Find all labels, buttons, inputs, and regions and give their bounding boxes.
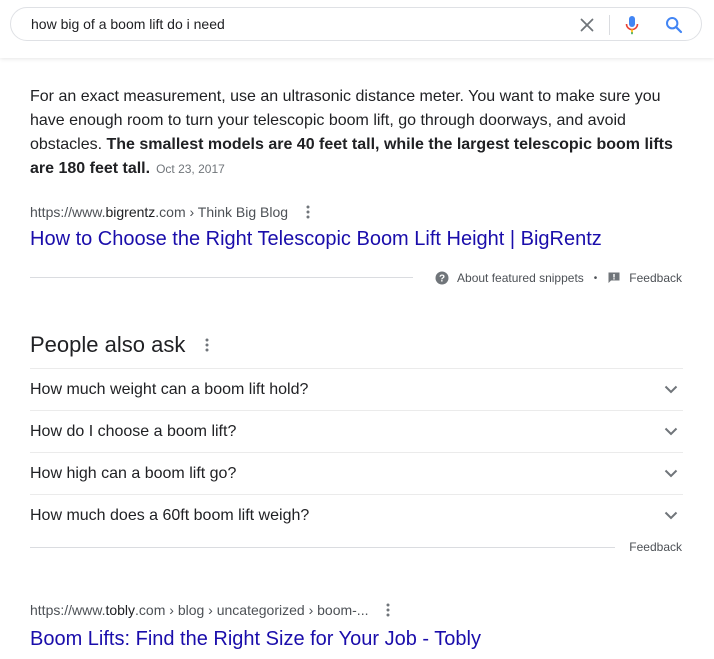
snippet-more-button[interactable] (300, 202, 316, 222)
paa-feedback-link[interactable]: Feedback (629, 540, 682, 554)
paa-question[interactable]: How much weight can a boom lift hold? (30, 368, 683, 410)
cite-suffix: .com › Think Big Blog (155, 204, 289, 220)
more-vert-icon (205, 338, 209, 352)
chevron-down-icon (664, 427, 678, 436)
snippet-result-link[interactable]: How to Choose the Right Telescopic Boom … (30, 226, 602, 252)
result-link[interactable]: Boom Lifts: Find the Right Size for Your… (30, 626, 481, 652)
chevron-down-icon (664, 511, 678, 520)
footer-separator: • (593, 272, 598, 284)
snippet-feedback-link[interactable]: Feedback (607, 271, 682, 285)
clear-search-button[interactable] (576, 14, 598, 36)
paa-question-text: How much does a 60ft boom lift weigh? (30, 506, 310, 524)
snippet-feedback-label: Feedback (629, 271, 682, 285)
more-vert-icon (386, 603, 390, 617)
snippet-cite: https://www. bigrentz .com › Think Big Blo… (30, 202, 316, 222)
more-vert-icon (306, 205, 310, 219)
cite-prefix: https://www. (30, 204, 106, 220)
voice-search-button[interactable] (621, 13, 643, 37)
result-more-button[interactable] (380, 600, 396, 620)
paa-title: People also ask (30, 332, 186, 357)
paa-question-text: How do I choose a boom lift? (30, 422, 237, 440)
snippet-divider (30, 277, 413, 278)
chevron-down-icon (664, 469, 678, 478)
cite-suffix: .com › blog › uncategorized › boom-... (135, 602, 369, 618)
cite-domain: tobly (105, 602, 136, 618)
search-header (0, 0, 714, 58)
search-divider (609, 15, 610, 35)
search-box (10, 7, 702, 41)
mic-icon (625, 16, 639, 35)
paa-list: How much weight can a boom lift hold? Ho… (30, 368, 683, 536)
cite-prefix: https://www. (30, 602, 106, 618)
cite-domain: bigrentz (105, 204, 156, 220)
search-input[interactable] (31, 14, 561, 34)
snippet-footer: ? About featured snippets • Feedback (435, 268, 682, 288)
search-icon (666, 17, 683, 34)
result-cite: https://www. tobly .com › blog › uncategor… (30, 600, 396, 620)
featured-snippet-text: For an exact measurement, use an ultraso… (30, 85, 685, 181)
search-button[interactable] (662, 13, 686, 37)
feedback-icon (608, 272, 620, 283)
paa-divider (30, 547, 615, 548)
svg-text:?: ? (439, 274, 445, 285)
snippet-bold-text: The smallest models are 40 feet tall, wh… (30, 136, 673, 177)
paa-more-button[interactable] (199, 334, 215, 356)
about-featured-snippets-label: About featured snippets (457, 271, 584, 285)
paa-question-text: How much weight can a boom lift hold? (30, 380, 309, 398)
chevron-down-icon (664, 385, 678, 394)
paa-question[interactable]: How much does a 60ft boom lift weigh? (30, 494, 683, 536)
paa-question-text: How high can a boom lift go? (30, 464, 237, 482)
paa-heading: People also ask (30, 332, 215, 358)
paa-question[interactable]: How high can a boom lift go? (30, 452, 683, 494)
about-featured-snippets-link[interactable]: ? About featured snippets (435, 271, 584, 285)
close-icon (580, 18, 594, 32)
snippet-date: Oct 23, 2017 (156, 162, 225, 176)
paa-question[interactable]: How do I choose a boom lift? (30, 410, 683, 452)
help-icon: ? (435, 271, 449, 285)
